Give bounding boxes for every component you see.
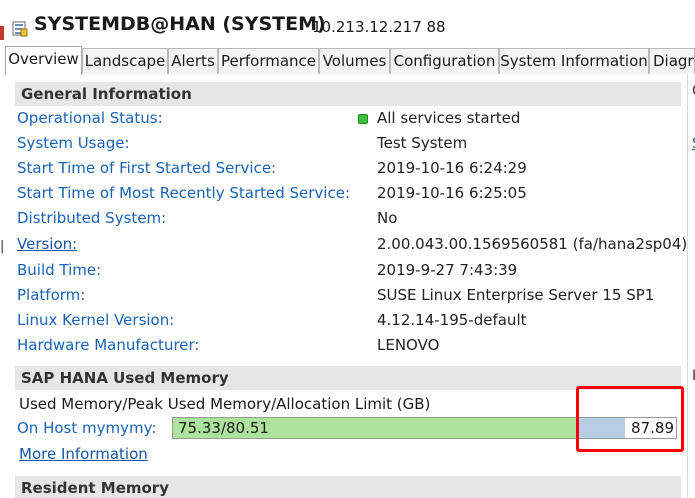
kernel-value: 4.12.14-195-default — [377, 311, 527, 329]
first-start-value: 2019-10-16 6:24:29 — [377, 159, 527, 177]
hardware-value: LENOVO — [377, 336, 440, 354]
info-row-recent-start: Start Time of Most Recently Started Serv… — [17, 181, 681, 206]
operational-status-value: All services started — [377, 109, 521, 127]
build-time-label: Build Time: — [17, 261, 102, 279]
build-time-value: 2019-9-27 7:43:39 — [377, 261, 518, 279]
right-column-edge: C S I — [687, 74, 695, 498]
tab-configuration[interactable]: Configuration — [390, 48, 499, 74]
hardware-label: Hardware Manufacturer: — [17, 336, 200, 354]
more-information-link[interactable]: More Information — [19, 445, 148, 463]
general-information-header: General Information — [15, 82, 681, 106]
database-icon — [12, 21, 28, 37]
info-row-first-start: Start Time of First Started Service: 201… — [17, 156, 681, 181]
tab-alerts[interactable]: Alerts — [168, 48, 218, 74]
info-row-operational-status: Operational Status: All services started — [17, 106, 681, 131]
editor-tab-strip: Overview Landscape Alerts Performance Vo… — [5, 46, 695, 75]
edge-marker — [0, 26, 4, 40]
system-usage-value: Test System — [377, 134, 468, 152]
info-row-kernel: Linux Kernel Version: 4.12.14-195-defaul… — [17, 308, 681, 333]
tab-system-information[interactable]: System Information — [499, 48, 649, 74]
info-row-build-time: Build Time: 2019-9-27 7:43:39 — [17, 258, 681, 283]
platform-label: Platform: — [17, 286, 86, 304]
info-row-platform: Platform: SUSE Linux Enterprise Server 1… — [17, 283, 681, 308]
platform-value: SUSE Linux Enterprise Server 15 SP1 — [377, 286, 655, 304]
used-memory-caption: Used Memory/Peak Used Memory/Allocation … — [19, 395, 431, 413]
used-peak-value: 75.33/80.51 — [178, 419, 269, 437]
overview-content: General Information Operational Status: … — [0, 74, 695, 498]
resident-memory-header: Resident Memory — [15, 476, 681, 498]
first-start-label: Start Time of First Started Service: — [17, 159, 277, 177]
operational-status-label: Operational Status: — [17, 109, 163, 127]
system-host: 10.213.12.217 88 — [312, 18, 446, 36]
tab-overview[interactable]: Overview — [5, 46, 82, 75]
tab-volumes[interactable]: Volumes — [319, 48, 390, 74]
tab-diagnosis[interactable]: Diagn — [649, 48, 695, 74]
distributed-value: No — [377, 209, 398, 227]
info-row-distributed: Distributed System: No — [17, 206, 681, 231]
kernel-label: Linux Kernel Version: — [17, 311, 175, 329]
distributed-label: Distributed System: — [17, 209, 167, 227]
memory-host-label: On Host mymymy: — [17, 419, 157, 437]
recent-start-label: Start Time of Most Recently Started Serv… — [17, 184, 351, 202]
left-edge-fragment: | — [0, 239, 5, 254]
info-row-version: Version: 2.00.043.00.1569560581 (fa/hana… — [17, 232, 687, 257]
system-usage-label: System Usage: — [17, 134, 130, 152]
tab-performance[interactable]: Performance — [218, 48, 319, 74]
tab-landscape[interactable]: Landscape — [82, 48, 168, 74]
system-title: SYSTEMDB@HAN (SYSTEM) — [34, 13, 326, 35]
info-row-system-usage: System Usage: Test System — [17, 131, 681, 156]
version-link[interactable]: Version: — [17, 232, 77, 257]
highlight-annotation — [576, 386, 684, 452]
status-indicator-icon — [358, 114, 368, 124]
recent-start-value: 2019-10-16 6:25:05 — [377, 184, 527, 202]
editor-title-bar: SYSTEMDB@HAN (SYSTEM) 10.213.12.217 88 — [0, 0, 695, 44]
info-row-hardware: Hardware Manufacturer: LENOVO — [17, 333, 681, 358]
version-value: 2.00.043.00.1569560581 (fa/hana2sp04) — [377, 235, 688, 253]
